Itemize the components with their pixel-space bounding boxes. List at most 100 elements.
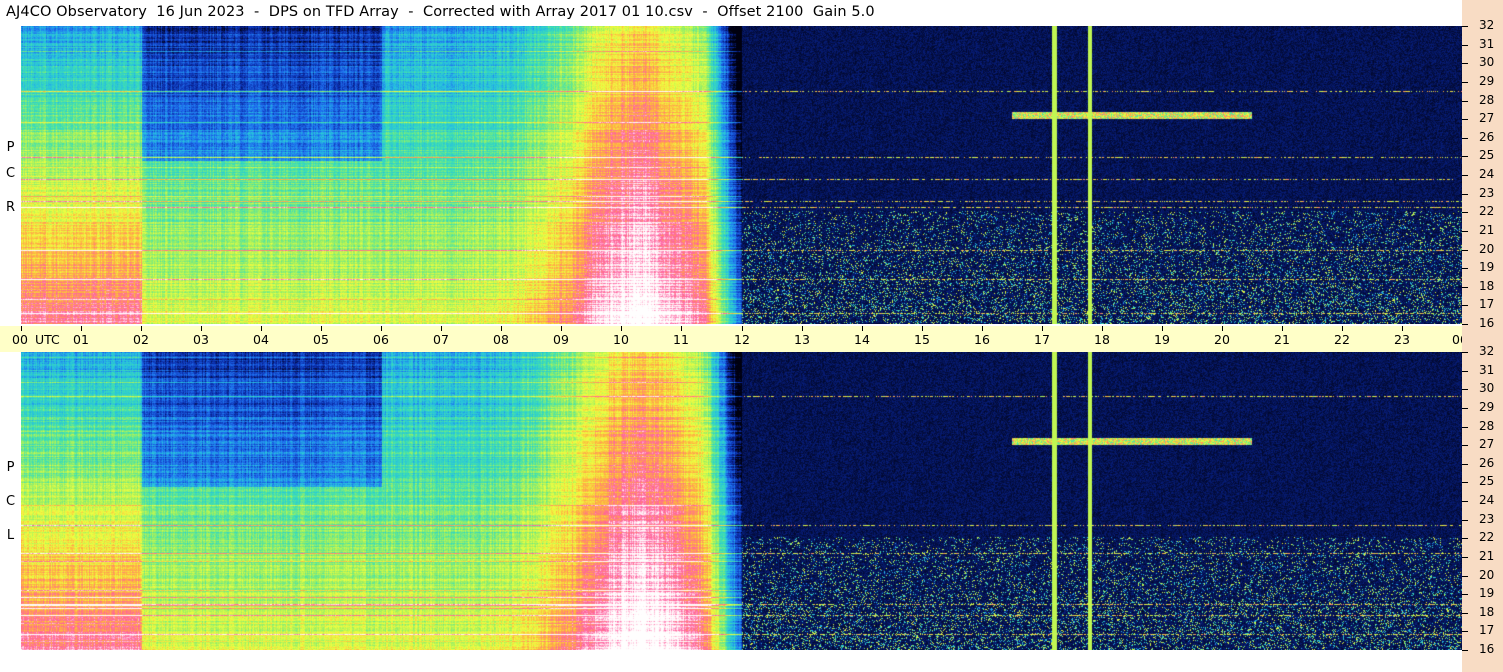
utc-tick-11 — [681, 326, 682, 331]
utc-tick-label-10: 10 — [613, 332, 629, 347]
pol-label-lcp-p: P — [6, 460, 15, 475]
utc-tick-5 — [321, 326, 322, 331]
freq-label-lcp-22: 22 — [1479, 530, 1495, 544]
freq-label-lcp-24: 24 — [1479, 493, 1495, 507]
freq-tick-rcp-30 — [1462, 63, 1468, 64]
freq-label-lcp-18: 18 — [1479, 605, 1495, 619]
title-bar: AJ4CO Observatory 16 Jun 2023 - DPS on T… — [0, 0, 1462, 26]
pol-label-rcp-p: P — [6, 140, 15, 155]
spectrogram-rcp-canvas — [21, 26, 1462, 324]
utc-tick-10 — [621, 326, 622, 331]
freq-tick-lcp-18 — [1462, 613, 1468, 614]
freq-label-rcp-22: 22 — [1479, 204, 1495, 218]
freq-label-rcp-26: 26 — [1479, 130, 1495, 144]
freq-label-lcp-25: 25 — [1479, 474, 1495, 488]
utc-tick-label-13: 13 — [794, 332, 810, 347]
utc-unit-label: UTC — [35, 332, 60, 347]
utc-tick-9 — [561, 326, 562, 331]
freq-label-lcp-27: 27 — [1479, 437, 1495, 451]
freq-label-lcp-28: 28 — [1479, 419, 1495, 433]
utc-tick-3 — [201, 326, 202, 331]
freq-tick-rcp-29 — [1462, 82, 1468, 83]
freq-label-rcp-30: 30 — [1479, 55, 1495, 69]
utc-tick-19 — [1162, 326, 1163, 331]
freq-label-lcp-29: 29 — [1479, 400, 1495, 414]
freq-tick-rcp-18 — [1462, 287, 1468, 288]
freq-tick-rcp-25 — [1462, 156, 1468, 157]
freq-tick-rcp-17 — [1462, 305, 1468, 306]
freq-label-lcp-30: 30 — [1479, 381, 1495, 395]
utc-tick-label-17: 17 — [1034, 332, 1050, 347]
utc-tick-14 — [862, 326, 863, 331]
freq-tick-rcp-19 — [1462, 268, 1468, 269]
utc-tick-label-23: 23 — [1394, 332, 1410, 347]
freq-tick-rcp-27 — [1462, 119, 1468, 120]
freq-label-rcp-24: 24 — [1479, 167, 1495, 181]
spectrogram-rcp — [21, 26, 1462, 324]
freq-label-lcp-17: 17 — [1479, 623, 1495, 637]
utc-tick-label-19: 19 — [1154, 332, 1170, 347]
freq-tick-lcp-16 — [1462, 650, 1468, 651]
freq-tick-rcp-16 — [1462, 324, 1468, 325]
freq-tick-lcp-22 — [1462, 538, 1468, 539]
freq-tick-lcp-28 — [1462, 427, 1468, 428]
freq-tick-lcp-25 — [1462, 482, 1468, 483]
freq-label-rcp-23: 23 — [1479, 186, 1495, 200]
freq-label-rcp-16: 16 — [1479, 316, 1495, 330]
utc-tick-6 — [381, 326, 382, 331]
utc-tick-15 — [922, 326, 923, 331]
utc-tick-17 — [1042, 326, 1043, 331]
utc-tick-8 — [501, 326, 502, 331]
utc-tick-23 — [1402, 326, 1403, 331]
utc-tick-22 — [1342, 326, 1343, 331]
freq-tick-lcp-21 — [1462, 557, 1468, 558]
utc-tick-label-21: 21 — [1274, 332, 1290, 347]
freq-tick-lcp-23 — [1462, 520, 1468, 521]
freq-tick-lcp-26 — [1462, 464, 1468, 465]
freq-tick-rcp-24 — [1462, 175, 1468, 176]
freq-label-lcp-20: 20 — [1479, 568, 1495, 582]
freq-tick-lcp-17 — [1462, 631, 1468, 632]
freq-tick-lcp-32 — [1462, 352, 1468, 353]
freq-label-rcp-28: 28 — [1479, 93, 1495, 107]
freq-label-lcp-31: 31 — [1479, 363, 1495, 377]
freq-tick-lcp-30 — [1462, 389, 1468, 390]
pol-label-rcp-c: C — [5, 166, 16, 181]
utc-tick-label-4: 04 — [253, 332, 269, 347]
utc-tick-label-0: 00 — [12, 332, 28, 347]
freq-tick-rcp-32 — [1462, 26, 1468, 27]
utc-tick-label-12: 12 — [734, 332, 750, 347]
plot-title: AJ4CO Observatory 16 Jun 2023 - DPS on T… — [6, 4, 875, 20]
spectrogram-lcp-canvas — [21, 352, 1462, 650]
freq-tick-lcp-24 — [1462, 501, 1468, 502]
freq-tick-lcp-29 — [1462, 408, 1468, 409]
freq-label-lcp-26: 26 — [1479, 456, 1495, 470]
utc-tick-label-16: 16 — [974, 332, 990, 347]
pol-label-rcp-r: R — [5, 200, 16, 215]
freq-label-rcp-17: 17 — [1479, 297, 1495, 311]
utc-tick-2 — [141, 326, 142, 331]
utc-tick-label-11: 11 — [673, 332, 689, 347]
freq-label-rcp-20: 20 — [1479, 242, 1495, 256]
freq-tick-rcp-28 — [1462, 101, 1468, 102]
freq-label-rcp-27: 27 — [1479, 111, 1495, 125]
freq-label-lcp-32: 32 — [1479, 344, 1495, 358]
freq-label-rcp-32: 32 — [1479, 18, 1495, 32]
utc-tick-0 — [21, 326, 22, 331]
freq-label-rcp-19: 19 — [1479, 260, 1495, 274]
utc-tick-label-22: 22 — [1334, 332, 1350, 347]
freq-label-rcp-18: 18 — [1479, 279, 1495, 293]
freq-tick-rcp-22 — [1462, 212, 1468, 213]
utc-tick-16 — [982, 326, 983, 331]
utc-tick-label-5: 05 — [313, 332, 329, 347]
freq-label-lcp-16: 16 — [1479, 642, 1495, 656]
utc-tick-label-6: 06 — [373, 332, 389, 347]
freq-tick-rcp-26 — [1462, 138, 1468, 139]
freq-tick-rcp-23 — [1462, 194, 1468, 195]
utc-tick-21 — [1282, 326, 1283, 331]
freq-tick-lcp-19 — [1462, 594, 1468, 595]
utc-tick-20 — [1222, 326, 1223, 331]
utc-tick-1 — [81, 326, 82, 331]
utc-time-axis: 00 01 02 03 04 05 06 07 08 09 10 11 12 13 14 15 16 17 18 19… — [0, 326, 1497, 352]
utc-tick-label-14: 14 — [854, 332, 870, 347]
